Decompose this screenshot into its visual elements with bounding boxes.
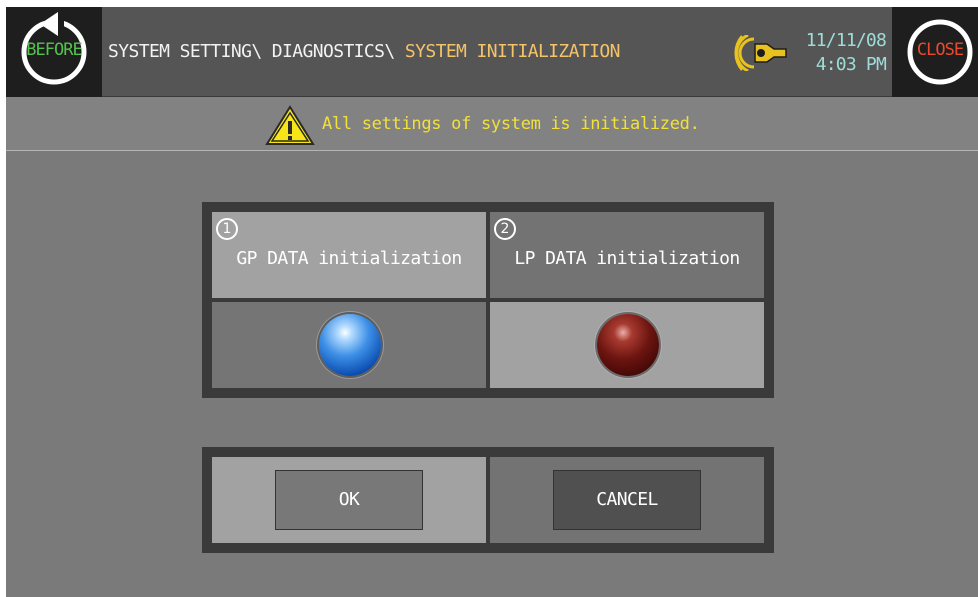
- initialization-panel: 1 GP DATA initialization 2 LP DATA initi…: [202, 202, 774, 398]
- breadcrumb-path: SYSTEM SETTING\ DIAGNOSTICS\: [108, 41, 405, 62]
- alarm-speaker-icon[interactable]: [734, 35, 794, 71]
- close-label: CLOSE: [916, 40, 964, 60]
- lp-data-init-option[interactable]: 2 LP DATA initialization: [490, 212, 764, 298]
- gp-status-cell: [212, 302, 486, 388]
- datetime: 11/11/08 4:03 PM: [796, 29, 887, 77]
- header-bar: BEFORE SYSTEM SETTING\ DIAGNOSTICS\ SYST…: [6, 7, 978, 97]
- lp-data-label: LP DATA initialization: [514, 248, 740, 269]
- close-button[interactable]: CLOSE: [892, 7, 978, 97]
- date-text: 11/11/08: [805, 30, 887, 51]
- lp-status-lamp: [597, 314, 659, 376]
- message-text: All settings of system is initialized.: [322, 114, 700, 134]
- ok-cell: OK: [212, 457, 486, 543]
- hmi-screen: BEFORE SYSTEM SETTING\ DIAGNOSTICS\ SYST…: [6, 7, 978, 597]
- action-panel: OK CANCEL: [202, 447, 774, 553]
- before-label: BEFORE: [26, 40, 82, 60]
- message-bar: All settings of system is initialized.: [6, 97, 978, 151]
- before-button[interactable]: BEFORE: [6, 7, 102, 97]
- breadcrumb-current: SYSTEM INITIALIZATION: [404, 41, 621, 62]
- breadcrumb: SYSTEM SETTING\ DIAGNOSTICS\ SYSTEM INIT…: [108, 41, 620, 62]
- gp-status-lamp: [319, 314, 381, 376]
- gp-data-init-option[interactable]: 1 GP DATA initialization: [212, 212, 486, 298]
- cancel-button[interactable]: CANCEL: [553, 470, 701, 530]
- gp-data-label: GP DATA initialization: [236, 248, 462, 269]
- lp-number-badge: 2: [494, 218, 516, 240]
- time-text: 4:03 PM: [815, 54, 887, 75]
- lp-status-cell: [490, 302, 764, 388]
- gp-number-badge: 1: [216, 218, 238, 240]
- warning-triangle-icon: [265, 105, 315, 145]
- cancel-cell: CANCEL: [490, 457, 764, 543]
- ok-button[interactable]: OK: [275, 470, 423, 530]
